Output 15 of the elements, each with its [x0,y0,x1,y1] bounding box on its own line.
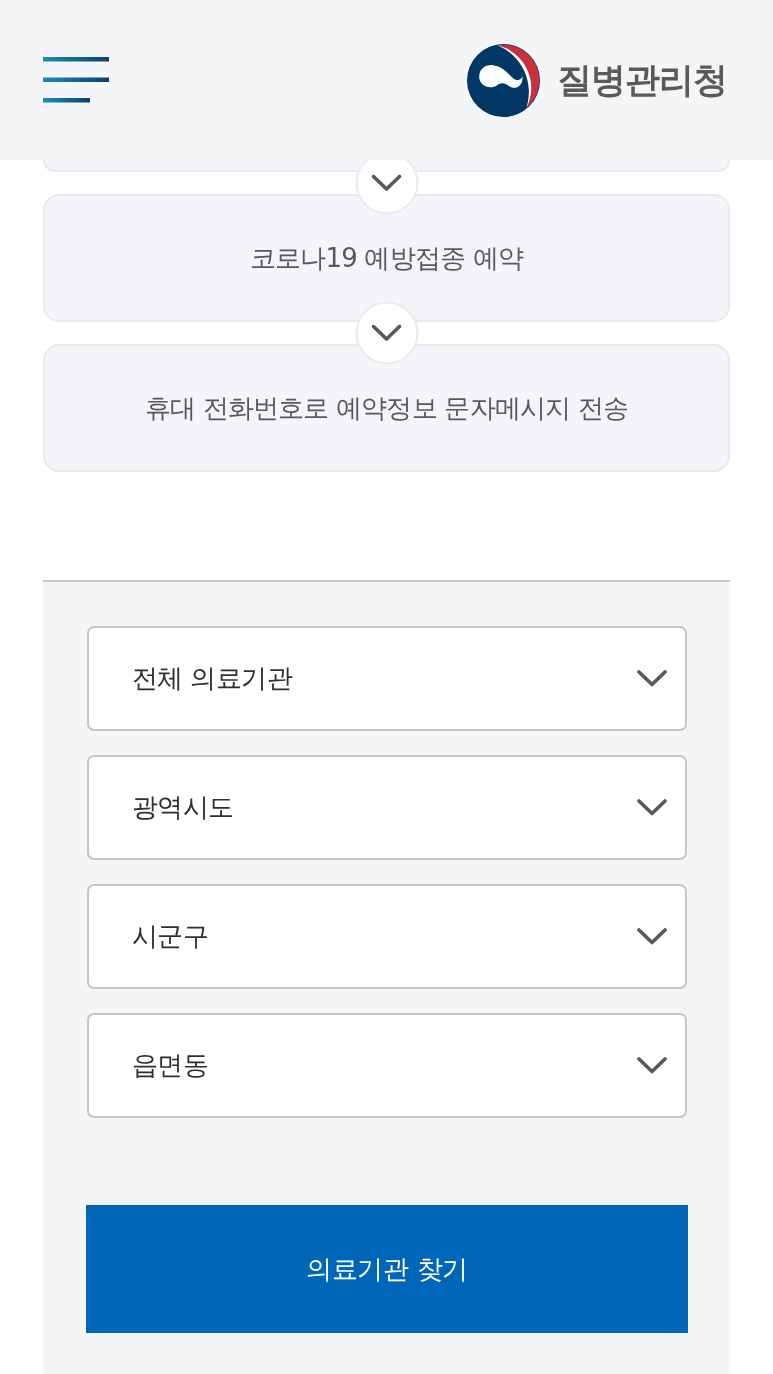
dropdown-select[interactable]: 광역시도 [87,755,687,860]
chevron-down-icon [637,1057,667,1074]
menu-button[interactable] [43,57,109,103]
chevron-down-icon [637,799,667,816]
dropdown-select[interactable]: 읍면동 [87,1013,687,1118]
chevron-down-icon [637,928,667,945]
dropdown-select[interactable]: 전체 의료기관 [87,626,687,731]
dropdown-select[interactable]: 시군구 [87,884,687,989]
menu-icon [43,57,109,103]
search-button[interactable]: 의료기관 찾기 [86,1205,688,1333]
step-label: 휴대 전화번호로 예약정보 문자메시지 전송 [144,391,629,425]
step-label: 코로나19 예방접종 예약 [249,241,524,275]
emblem-logo-icon [467,43,540,117]
chevron-down-icon [637,670,667,687]
logo-text: 질병관리청 [557,58,727,102]
